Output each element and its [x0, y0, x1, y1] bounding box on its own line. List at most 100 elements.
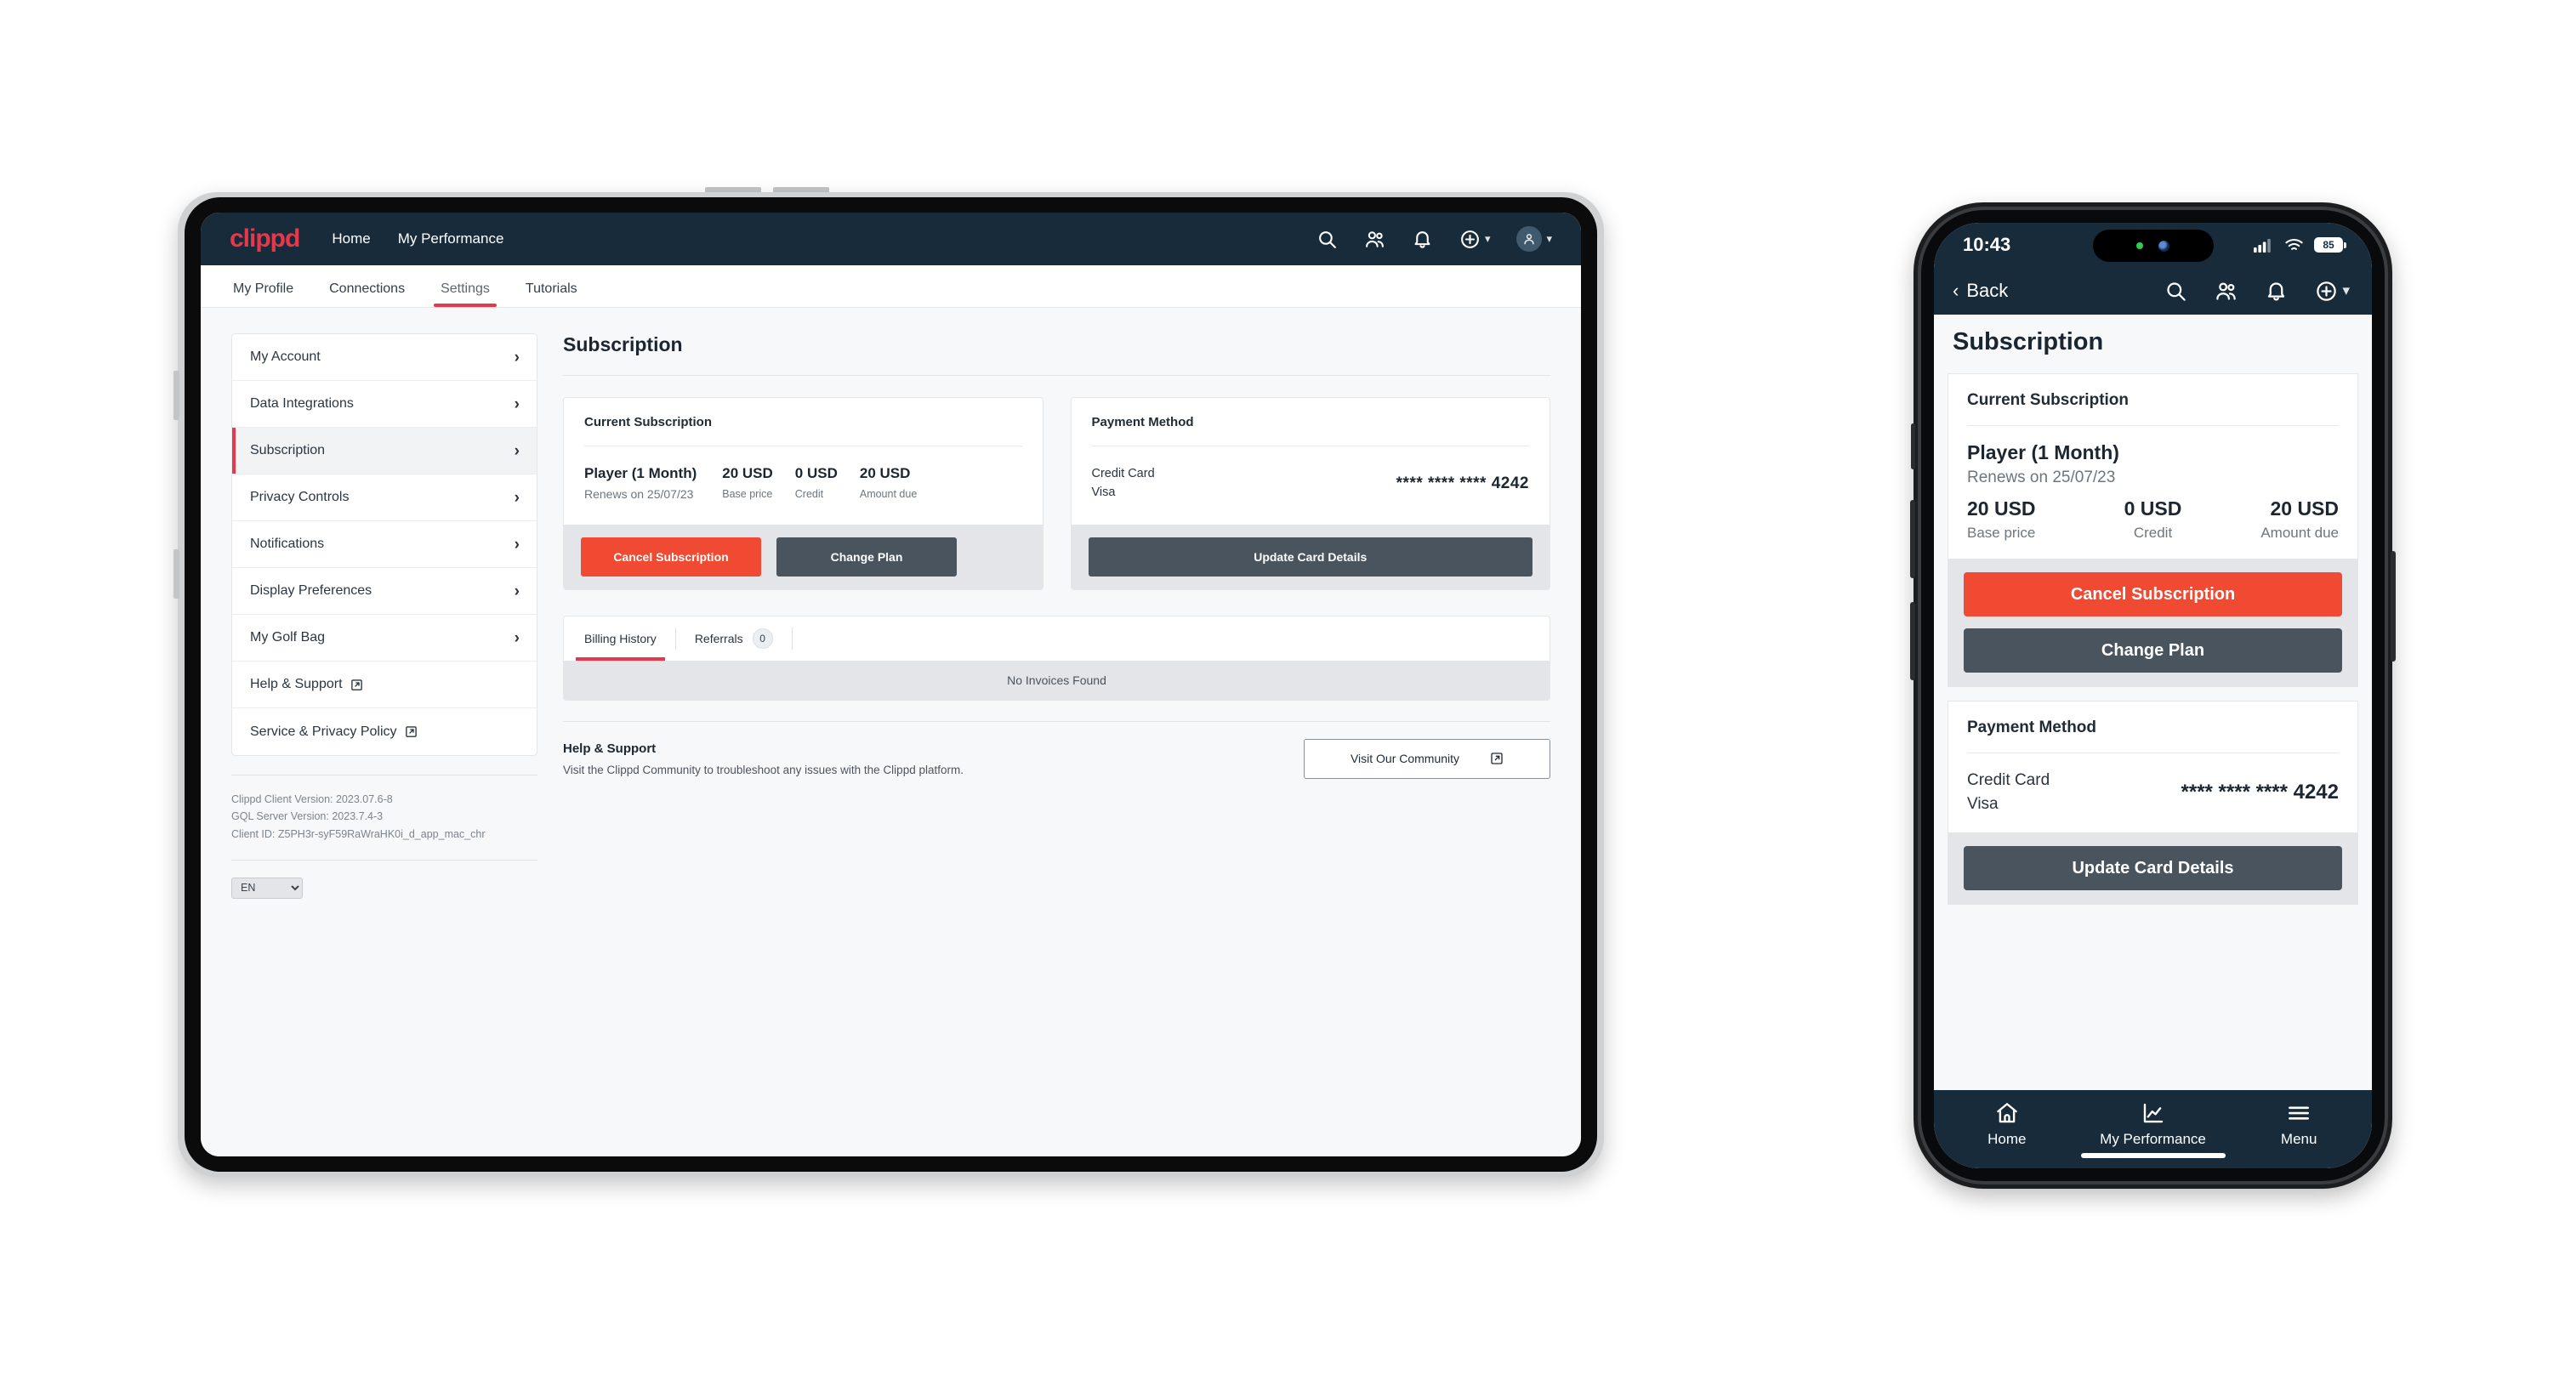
- phone-volume-up-button[interactable]: [1910, 500, 1915, 578]
- plus-circle-icon[interactable]: [1459, 229, 1481, 250]
- tab-connections[interactable]: Connections: [327, 281, 407, 307]
- plan-name: Player (1 Month): [1967, 441, 2119, 463]
- card-title: Current Subscription: [1967, 391, 2130, 409]
- phone-nav-icon-group: ▾: [2164, 280, 2350, 303]
- sidebar-item-my-account[interactable]: My Account ›: [232, 334, 537, 381]
- figure-value: 20 USD: [1967, 497, 2036, 520]
- screenshot-stage: clippd Home My Performance ▾ ▾ My Profil…: [0, 0, 2576, 1386]
- tab-settings[interactable]: Settings: [434, 281, 497, 307]
- page-title: Subscription: [563, 333, 683, 355]
- subscription-card-actions: Cancel Subscription Change Plan: [1948, 559, 2357, 686]
- update-card-details-button[interactable]: Update Card Details: [1964, 846, 2342, 891]
- sidebar-item-service-privacy-policy[interactable]: Service & Privacy Policy: [232, 708, 537, 755]
- chevron-right-icon: ›: [514, 348, 520, 366]
- sidebar-item-display-preferences[interactable]: Display Preferences ›: [232, 568, 537, 615]
- tablet-screen: clippd Home My Performance ▾ ▾ My Profil…: [201, 213, 1581, 1156]
- tab-my-profile[interactable]: My Profile: [231, 281, 295, 307]
- subscription-details: Player (1 Month) Renews on 25/07/23 20 U…: [584, 465, 1022, 501]
- back-label: Back: [1966, 280, 2009, 301]
- visit-community-button[interactable]: Visit Our Community: [1304, 738, 1550, 779]
- back-button[interactable]: ‹ Back: [1953, 280, 2008, 302]
- clippd-logo[interactable]: clippd: [230, 224, 300, 253]
- help-support-section: Help & Support Visit the Clippd Communit…: [563, 738, 1550, 779]
- sidebar-item-data-integrations[interactable]: Data Integrations ›: [232, 381, 537, 428]
- payment-method-body: Payment Method Credit Card Visa **** ***…: [1948, 702, 2357, 832]
- tab-referrals[interactable]: Referrals 0: [693, 616, 775, 661]
- tab-my-performance[interactable]: My Performance: [2080, 1100, 2226, 1148]
- add-menu-button[interactable]: ▾: [2315, 280, 2350, 303]
- tab-label: My Performance: [2100, 1131, 2206, 1147]
- cancel-subscription-button[interactable]: Cancel Subscription: [1964, 572, 2342, 616]
- phone-screen: 10:43 85 ‹ Back ▾ Subscription Current S…: [1934, 223, 2372, 1168]
- chevron-right-icon: ›: [514, 395, 520, 413]
- card-title: Payment Method: [1967, 719, 2097, 736]
- subscription-figures: 20 USD Base price 0 USD Credit 20 USD Am…: [1967, 497, 2339, 542]
- chevron-right-icon: ›: [514, 582, 520, 600]
- cancel-subscription-button[interactable]: Cancel Subscription: [581, 537, 761, 577]
- sidebar-item-subscription[interactable]: Subscription ›: [232, 428, 537, 474]
- chevron-left-icon: ‹: [1953, 280, 1959, 301]
- help-title: Help & Support: [563, 741, 657, 756]
- bell-icon[interactable]: [2265, 280, 2288, 303]
- external-link-icon: [1490, 752, 1504, 765]
- payment-method-card: Payment Method Credit Card Visa **** ***…: [1070, 397, 1550, 590]
- home-icon: [1994, 1100, 2020, 1126]
- change-plan-button[interactable]: Change Plan: [776, 537, 957, 577]
- payment-details: Credit Card Visa **** **** **** 4242: [1092, 465, 1530, 503]
- nav-link-my-performance[interactable]: My Performance: [398, 230, 504, 247]
- update-card-details-button[interactable]: Update Card Details: [1088, 537, 1533, 577]
- sidebar-item-notifications[interactable]: Notifications ›: [232, 521, 537, 568]
- tablet-power-button[interactable]: [173, 371, 179, 420]
- tab-billing-history[interactable]: Billing History: [576, 616, 665, 661]
- sidebar-item-label: Subscription: [250, 443, 326, 457]
- search-icon[interactable]: [2164, 280, 2187, 303]
- current-subscription-body: Current Subscription Player (1 Month) Re…: [564, 398, 1043, 525]
- phone-mute-switch[interactable]: [1911, 423, 1915, 469]
- sidebar-item-help-support[interactable]: Help & Support: [232, 662, 537, 708]
- sidebar-menu-card: My Account › Data Integrations › Subscri…: [231, 333, 537, 756]
- account-menu-button[interactable]: ▾: [1516, 226, 1552, 252]
- search-icon[interactable]: [1316, 229, 1338, 250]
- chart-icon: [2141, 1100, 2166, 1126]
- figure-label: Credit: [794, 488, 824, 500]
- plus-circle-icon[interactable]: [2315, 280, 2338, 303]
- phone-volume-down-button[interactable]: [1910, 602, 1915, 680]
- plan-renewal-date: Renews on 25/07/23: [584, 487, 694, 501]
- sidebar-item-my-golf-bag[interactable]: My Golf Bag ›: [232, 615, 537, 662]
- sidebar-item-label: Data Integrations: [250, 396, 354, 411]
- current-subscription-card: Current Subscription Player (1 Month) Re…: [1948, 373, 2358, 687]
- figure-label: Credit: [2133, 525, 2173, 541]
- payment-card-actions: Update Card Details: [1071, 524, 1550, 589]
- tab-home[interactable]: Home: [1934, 1100, 2080, 1148]
- battery-nub: [2344, 241, 2346, 248]
- sidebar-item-privacy-controls[interactable]: Privacy Controls ›: [232, 474, 537, 521]
- settings-main-panel: Subscription Current Subscription Player…: [563, 333, 1550, 1156]
- tab-divider: [791, 627, 793, 650]
- phone-status-bar: 10:43 85: [1934, 223, 2372, 267]
- card-brand: Visa: [1091, 485, 1116, 499]
- people-icon[interactable]: [1364, 229, 1385, 250]
- figure-value: 0 USD: [794, 465, 838, 481]
- tablet-device: clippd Home My Performance ▾ ▾ My Profil…: [173, 187, 1604, 1177]
- visit-community-label: Visit Our Community: [1350, 752, 1460, 765]
- change-plan-button[interactable]: Change Plan: [1964, 628, 2342, 673]
- add-menu-button[interactable]: ▾: [1459, 229, 1490, 250]
- bell-icon[interactable]: [1412, 229, 1433, 250]
- avatar[interactable]: [1516, 226, 1543, 252]
- tab-menu[interactable]: Menu: [2226, 1100, 2372, 1148]
- language-select[interactable]: EN: [231, 877, 303, 899]
- billing-history-tabs: Billing History Referrals 0: [564, 616, 1550, 661]
- nav-link-home[interactable]: Home: [332, 230, 370, 247]
- masked-card-number: **** **** **** 4242: [1396, 474, 1529, 492]
- wifi-icon: [2284, 237, 2304, 253]
- tablet-side-button[interactable]: [173, 549, 179, 599]
- server-version-text: GQL Server Version: 2023.7.4-3: [231, 810, 384, 823]
- phone-power-button[interactable]: [2391, 551, 2396, 662]
- top-nav-icon-group: ▾ ▾: [1316, 226, 1552, 252]
- figure-amount-due: 20 USD Amount due: [860, 465, 917, 500]
- status-time: 10:43: [1963, 234, 2011, 255]
- battery-indicator: 85: [2314, 237, 2346, 253]
- people-icon[interactable]: [2215, 280, 2238, 303]
- plan-info: Player (1 Month) Renews on 25/07/23: [584, 465, 697, 501]
- tab-tutorials[interactable]: Tutorials: [524, 281, 579, 307]
